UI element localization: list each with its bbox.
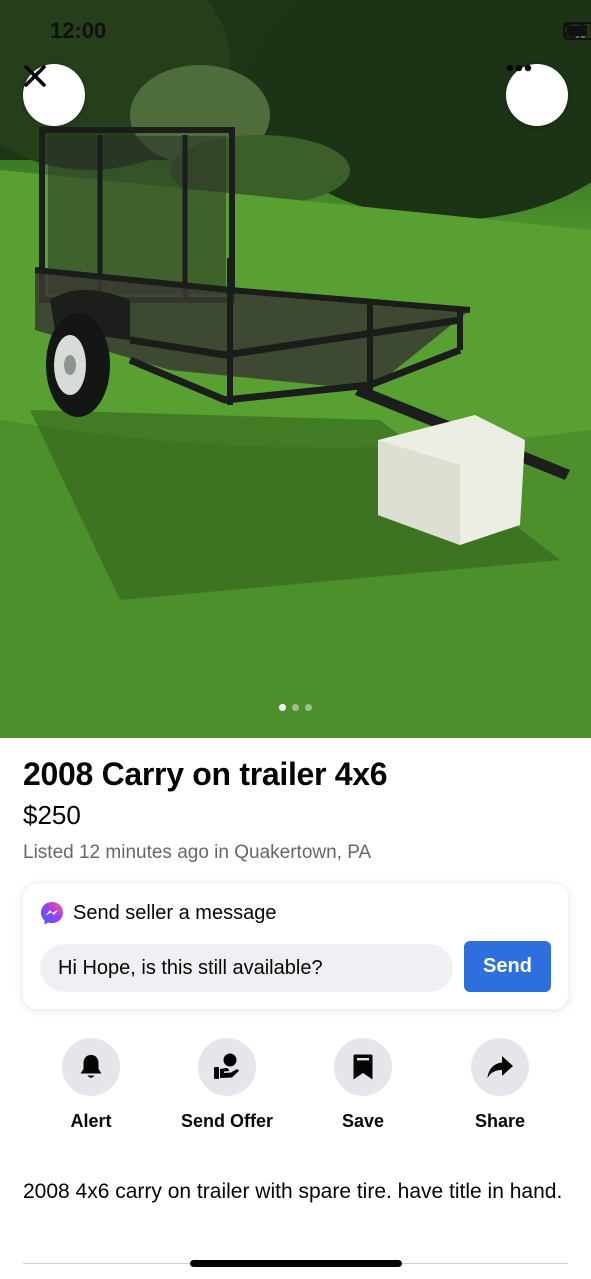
share-button[interactable]: Share — [435, 1038, 565, 1132]
message-card-header: Send seller a message — [39, 900, 276, 926]
save-button[interactable]: Save — [298, 1038, 428, 1132]
bell-icon — [80, 1055, 102, 1078]
listing-description: 2008 4x6 carry on trailer with spare tir… — [23, 1180, 563, 1203]
battery-icon — [563, 22, 591, 40]
alert-label: Alert — [70, 1111, 112, 1131]
save-button-circle[interactable] — [334, 1038, 392, 1096]
photo-page-indicator[interactable] — [0, 704, 591, 711]
more-options-button[interactable] — [506, 64, 568, 126]
send-offer-button-circle[interactable] — [198, 1038, 256, 1096]
alert-button-circle[interactable] — [62, 1038, 120, 1096]
listing-title: 2008 Carry on trailer 4x6 — [23, 756, 388, 792]
listing-meta: Listed 12 minutes ago in Quakertown, PA — [23, 842, 372, 863]
close-icon — [24, 65, 46, 87]
trailer-photo-illustration — [0, 0, 591, 738]
share-arrow-icon — [487, 1056, 513, 1078]
message-input[interactable]: Hi Hope, is this still available? — [40, 944, 453, 992]
action-row: Alert Send Offer Save Share — [0, 1038, 591, 1131]
offer-hand-icon — [214, 1053, 239, 1079]
alert-button[interactable]: Alert — [26, 1038, 156, 1132]
bookmark-icon — [353, 1054, 373, 1080]
share-button-circle[interactable] — [471, 1038, 529, 1096]
message-seller-card: Send seller a message Hi Hope, is this s… — [23, 884, 568, 1009]
ellipsis-icon — [506, 64, 532, 72]
close-button[interactable] — [23, 64, 85, 126]
send-offer-label: Send Offer — [180, 1111, 273, 1131]
page-dot — [292, 704, 299, 711]
status-bar: 12:00 — [0, 0, 591, 62]
message-card-heading: Send seller a message — [73, 901, 277, 924]
listing-price: $250 — [23, 800, 81, 830]
send-button[interactable]: Send — [464, 941, 551, 992]
messenger-icon — [41, 902, 63, 925]
listing-photo[interactable]: 12:00 — [0, 0, 591, 738]
page-dot — [305, 704, 312, 711]
home-indicator[interactable] — [190, 1260, 402, 1267]
save-label: Save — [341, 1111, 385, 1131]
status-time: 12:00 — [50, 18, 107, 43]
send-offer-button[interactable]: Send Offer — [162, 1038, 292, 1132]
page-dot-active — [279, 704, 286, 711]
share-label: Share — [474, 1111, 526, 1131]
